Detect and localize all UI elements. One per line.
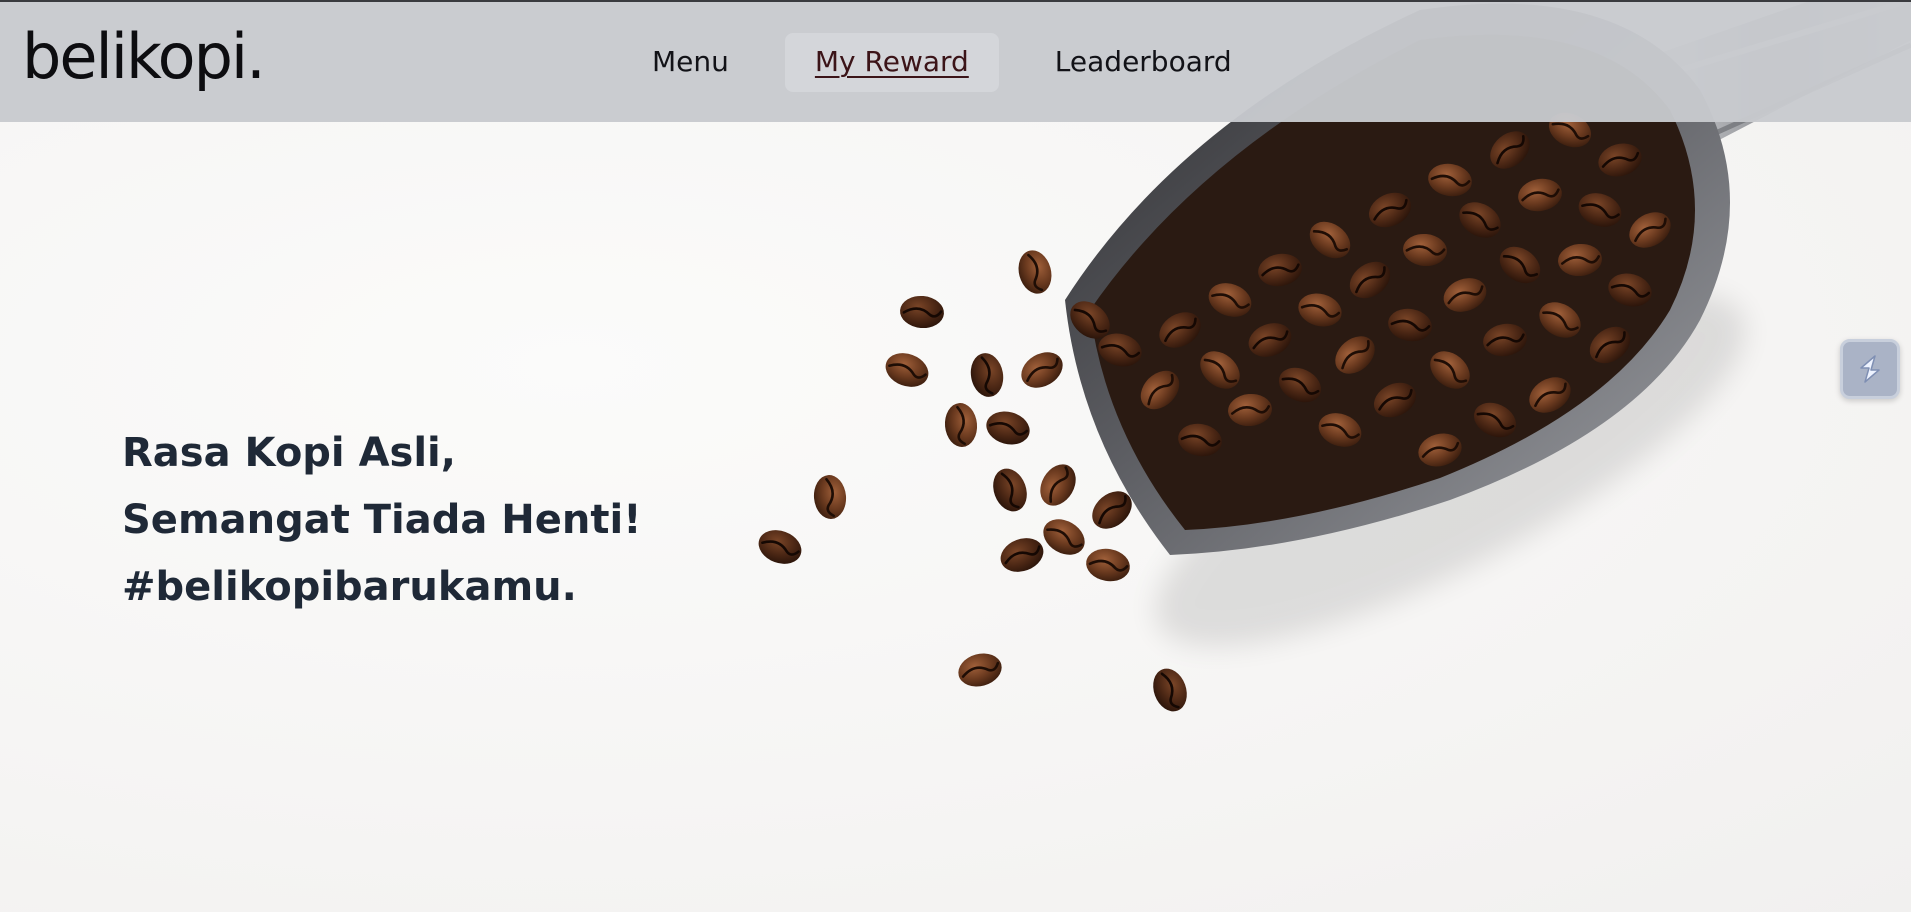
hero-headline: Rasa Kopi Asli, Semangat Tiada Henti! #b… bbox=[122, 420, 641, 621]
nav-my-reward-link[interactable]: My Reward bbox=[784, 33, 999, 92]
headline-line-1: Rasa Kopi Asli, bbox=[122, 430, 456, 476]
side-widget-button[interactable] bbox=[1840, 339, 1900, 399]
headline-line-2: Semangat Tiada Henti! bbox=[122, 497, 642, 543]
nav-leaderboard-link[interactable]: Leaderboard bbox=[1025, 33, 1262, 92]
s-logo-icon bbox=[1860, 355, 1880, 383]
nav-menu-link[interactable]: Menu bbox=[622, 33, 759, 92]
brand-logo[interactable]: belikopi. bbox=[22, 26, 266, 88]
headline-hashtag: #belikopibarukamu. bbox=[122, 564, 577, 610]
main-nav: Menu My Reward Leaderboard bbox=[622, 33, 1262, 92]
top-navigation-bar: belikopi. Menu My Reward Leaderboard bbox=[0, 0, 1911, 122]
